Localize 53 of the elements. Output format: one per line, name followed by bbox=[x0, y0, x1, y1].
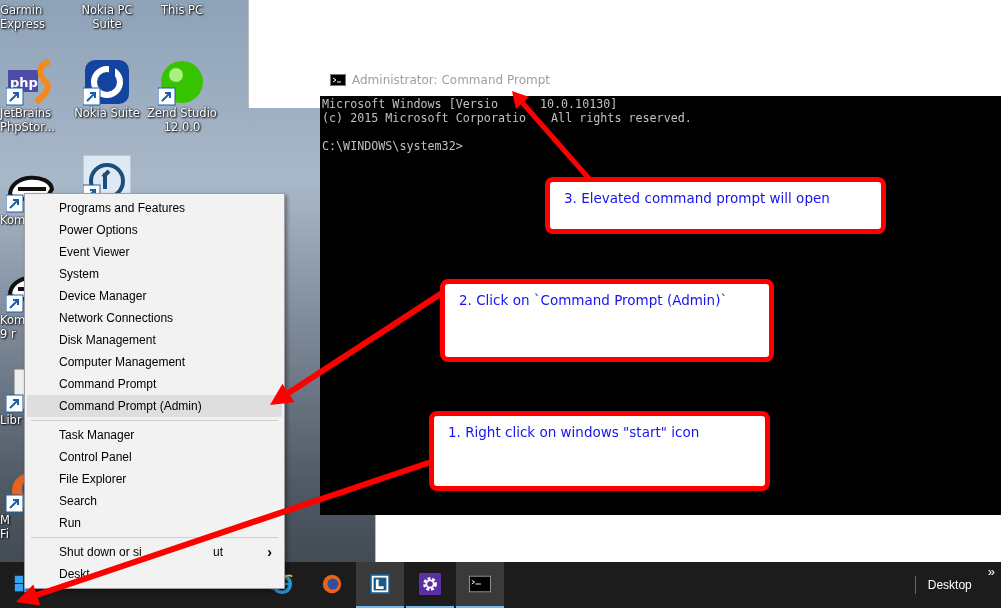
icon-label: Nokia PC bbox=[81, 3, 133, 17]
icon-label: Nokia Suite bbox=[74, 106, 140, 120]
console-text: Microsoft Windows [Versio bbox=[322, 97, 498, 111]
console-text: (c) 2015 Microsoft Corporatio bbox=[322, 111, 527, 125]
menu-item[interactable]: Search bbox=[27, 490, 282, 512]
icon-label: Libr bbox=[0, 413, 22, 427]
menu-item[interactable]: Computer Management bbox=[27, 351, 282, 373]
menu-item[interactable]: Disk Management bbox=[27, 329, 282, 351]
icon-label: Kom bbox=[0, 313, 26, 327]
gear-icon bbox=[419, 573, 441, 595]
menu-item[interactable]: Control Panel bbox=[27, 446, 282, 468]
icon-label: This PC bbox=[160, 3, 204, 17]
bracket-l-icon bbox=[369, 573, 391, 595]
icon-label: 12.0.0 bbox=[163, 120, 201, 134]
taskbar-button[interactable] bbox=[456, 562, 504, 608]
callout-box: 1. Right click on windows "start" icon bbox=[429, 411, 770, 491]
menu-item[interactable]: Network Connections bbox=[27, 307, 282, 329]
console-prompt: C:\WINDOWS\system32> bbox=[322, 139, 464, 153]
menu-item[interactable]: Event Viewer bbox=[27, 241, 282, 263]
icon-label: PhpStor... bbox=[0, 120, 55, 134]
taskbar-button[interactable] bbox=[356, 562, 404, 608]
menu-item[interactable]: Programs and Features bbox=[27, 197, 282, 219]
console-icon bbox=[330, 73, 346, 86]
fox-globe-icon bbox=[321, 573, 343, 595]
menu-item[interactable]: Shut down or si ut › bbox=[27, 541, 282, 563]
icon-label: JetBrains bbox=[0, 106, 52, 120]
menu-item[interactable]: System bbox=[27, 263, 282, 285]
menu-item[interactable]: Run bbox=[27, 512, 282, 534]
menu-item[interactable]: File Explorer bbox=[27, 468, 282, 490]
menu-item[interactable]: Command Prompt (Admin) bbox=[27, 395, 282, 417]
console-text: 10.0.10130] bbox=[539, 97, 618, 111]
submenu-arrow: › bbox=[267, 542, 272, 562]
icon-label: Zend Studio bbox=[147, 106, 217, 120]
icon-label: Express bbox=[0, 17, 45, 31]
icon-label: Suite bbox=[92, 17, 122, 31]
menu-item[interactable]: Device Manager bbox=[27, 285, 282, 307]
toolbar-label[interactable]: Desktop bbox=[914, 576, 972, 594]
icon-label: Garmin bbox=[0, 3, 43, 17]
menu-item[interactable]: Command Prompt bbox=[27, 373, 282, 395]
console-icon bbox=[469, 573, 491, 595]
overflow-chevron[interactable]: » bbox=[971, 562, 1001, 608]
window-title: Administrator: Command Prompt bbox=[352, 71, 550, 89]
callout-box: 3. Elevated command prompt will open bbox=[545, 177, 886, 234]
nokia-logo-icon[interactable] bbox=[83, 58, 131, 106]
icon-label: M bbox=[0, 513, 10, 527]
menu-item[interactable]: Task Manager bbox=[27, 424, 282, 446]
menu-item[interactable]: Power Options bbox=[27, 219, 282, 241]
icon-label: Kom bbox=[0, 213, 26, 227]
console-text: All rights reserved. bbox=[551, 111, 692, 125]
callout-box: 2. Click on `Command Prompt (Admin)` bbox=[440, 279, 774, 362]
icon-label: Fi bbox=[0, 527, 9, 541]
sphere-icon[interactable] bbox=[158, 58, 206, 106]
icon-label: 9 r bbox=[0, 327, 16, 341]
